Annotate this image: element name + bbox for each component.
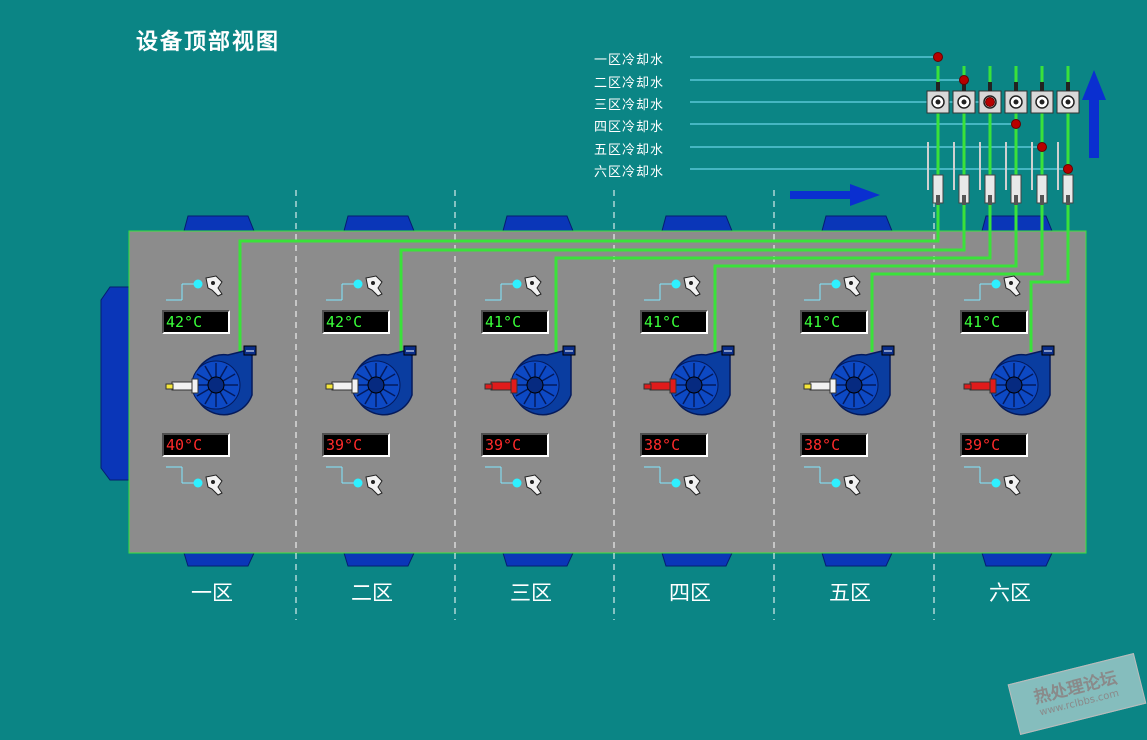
- furnace-top-tab: [183, 215, 255, 232]
- zone-label: 五区: [829, 581, 871, 605]
- furnace-top-tab: [821, 215, 893, 232]
- flow-sensor: [1031, 142, 1048, 205]
- valve-block[interactable]: [926, 82, 950, 114]
- furnace-body: [128, 230, 1087, 554]
- valve-indicator-dot: [985, 97, 995, 107]
- coolant-line-label: 二区冷却水: [594, 76, 665, 91]
- zone-top-temperature: 41°C: [481, 310, 549, 334]
- zone-top-temperature: 41°C: [640, 310, 708, 334]
- zone-top-temperature: 42°C: [322, 310, 390, 334]
- zone-label: 四区: [669, 581, 711, 605]
- valve-indicator-dot: [959, 75, 969, 85]
- coolant-line-label: 六区冷却水: [594, 165, 665, 180]
- zone-top-temperature: 42°C: [162, 310, 230, 334]
- valve-indicator-dot: [1011, 119, 1021, 129]
- coolant-line-label: 五区冷却水: [594, 143, 665, 158]
- valve-block[interactable]: [1030, 82, 1054, 114]
- furnace-bottom-tab: [661, 552, 733, 567]
- furnace-top-tab: [661, 215, 733, 232]
- zone-label: 二区: [351, 581, 393, 605]
- coolant-line-label: 三区冷却水: [594, 98, 665, 113]
- flow-sensor: [979, 142, 996, 205]
- valve-indicator-dot: [1063, 164, 1073, 174]
- valve-block[interactable]: [1056, 82, 1080, 114]
- valve-indicator-dot: [933, 52, 943, 62]
- zone-top-temperature: 41°C: [800, 310, 868, 334]
- page-title: 设备顶部视图: [136, 29, 281, 55]
- furnace-top-tab: [502, 215, 574, 232]
- furnace-bottom-tab: [502, 552, 574, 567]
- flow-right-arrow-icon: [790, 184, 880, 206]
- valve-indicator-dot: [1037, 142, 1047, 152]
- zone-label: 三区: [510, 581, 552, 605]
- zone-bottom-temperature: 39°C: [481, 433, 549, 457]
- valve-block[interactable]: [1004, 82, 1028, 114]
- zone-label: 六区: [989, 581, 1031, 605]
- zone-bottom-temperature: 38°C: [640, 433, 708, 457]
- furnace-bottom-tab: [183, 552, 255, 567]
- zone-bottom-temperature: 38°C: [800, 433, 868, 457]
- zone-bottom-temperature: 39°C: [322, 433, 390, 457]
- zone-label: 一区: [191, 581, 233, 605]
- coolant-line-label: 四区冷却水: [594, 120, 665, 135]
- flow-sensor: [1057, 142, 1074, 205]
- flow-sensor: [927, 142, 944, 205]
- coolant-line-label: 一区冷却水: [594, 53, 665, 68]
- furnace-bottom-tab: [981, 552, 1053, 567]
- zone-bottom-temperature: 40°C: [162, 433, 230, 457]
- furnace-side-door: [100, 286, 130, 481]
- furnace-bottom-tab: [343, 552, 415, 567]
- flow-sensor: [953, 142, 970, 205]
- flow-up-arrow-icon: [1082, 70, 1106, 158]
- furnace-top-tab: [343, 215, 415, 232]
- furnace-top-view-diagram: [100, 52, 1106, 620]
- zone-top-temperature: 41°C: [960, 310, 1028, 334]
- furnace-bottom-tab: [821, 552, 893, 567]
- zone-bottom-temperature: 39°C: [960, 433, 1028, 457]
- flow-sensor: [1005, 142, 1022, 205]
- valve-block[interactable]: [952, 82, 976, 114]
